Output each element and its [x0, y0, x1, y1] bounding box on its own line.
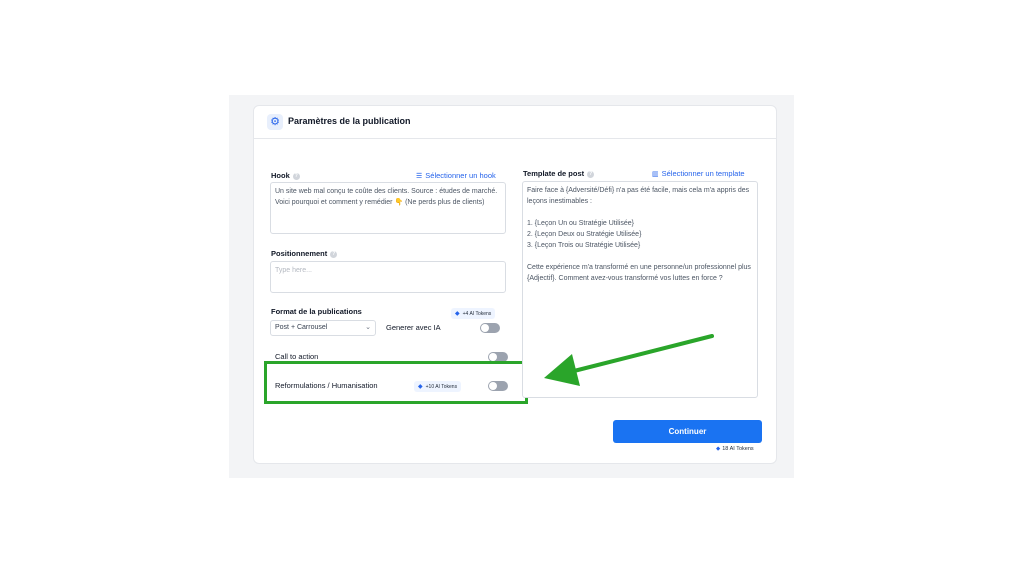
- template-label: Template de post?: [523, 169, 595, 178]
- ai-tokens-badge: ◆ +4 AI Tokens: [451, 308, 496, 319]
- list-icon: ☰: [416, 173, 423, 180]
- gear-icon: ⚙: [267, 114, 283, 130]
- card-header: ⚙ Paramètres de la publication: [254, 106, 776, 139]
- total-tokens: ◆ 18 AI Tokens: [716, 446, 754, 452]
- format-select[interactable]: Post + Carrousel ⌄: [270, 320, 376, 336]
- select-template-link[interactable]: ▥ Sélectionner un template: [652, 169, 745, 178]
- help-icon: ?: [292, 172, 300, 180]
- positionnement-textarea[interactable]: Type here...: [270, 261, 506, 293]
- format-label: Format de la publications: [271, 307, 362, 316]
- hook-label: Hook?: [271, 171, 300, 180]
- annotation-arrow: [544, 334, 714, 386]
- help-icon: ?: [330, 250, 338, 258]
- generate-ai-toggle[interactable]: [480, 323, 500, 333]
- select-hook-link[interactable]: ☰ Sélectionner un hook: [416, 171, 496, 180]
- positionnement-label: Positionnement?: [271, 249, 338, 258]
- columns-icon: ▥: [652, 171, 659, 178]
- chevron-down-icon: ⌄: [365, 324, 371, 331]
- help-icon: ?: [587, 170, 595, 178]
- wifi-icon: ◆: [716, 446, 721, 452]
- generate-ai-label: Generer avec IA: [386, 323, 441, 332]
- hook-textarea[interactable]: Un site web mal conçu te coûte des clien…: [270, 182, 506, 234]
- highlight-box: [264, 361, 528, 404]
- page-title: Paramètres de la publication: [288, 116, 411, 126]
- continue-button[interactable]: Continuer: [613, 420, 762, 443]
- wifi-icon: ◆: [455, 311, 460, 317]
- cta-label: Call to action: [275, 352, 319, 361]
